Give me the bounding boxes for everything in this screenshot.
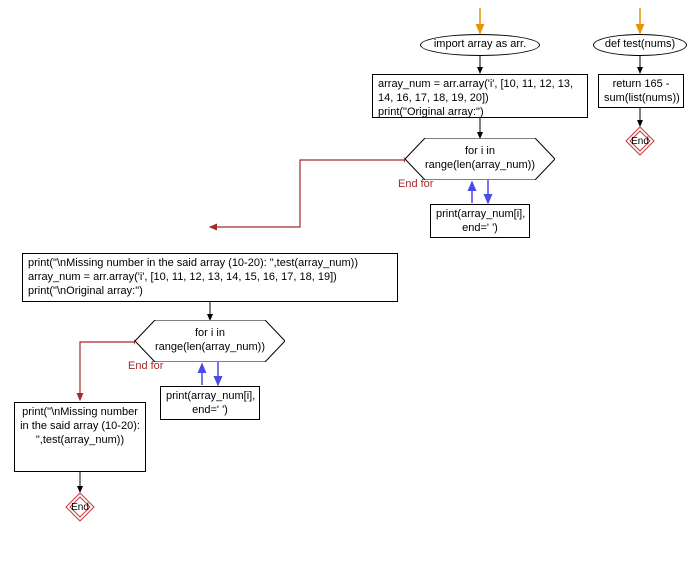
node-main-end-label: End	[71, 502, 89, 513]
node-func-def: def test(nums)	[593, 34, 687, 56]
node-import-label: import array as arr.	[434, 38, 526, 51]
node-func-def-label: def test(nums)	[605, 38, 675, 51]
node-print2-label: print(array_num[i], end=' ')	[166, 390, 255, 416]
node-init-block-label: array_num = arr.array('i', [10, 11, 12, …	[378, 78, 576, 118]
node-func-body: return 165 - sum(list(nums))	[598, 74, 684, 108]
node-print1-label: print(array_num[i], end=' ')	[436, 208, 525, 234]
node-main-end: End	[65, 492, 95, 522]
node-func-end-label: End	[631, 136, 649, 147]
node-func-end: End	[625, 126, 655, 156]
node-mid-block: print("\nMissing number in the said arra…	[22, 253, 398, 302]
node-final-block: print("\nMissing number in the said arra…	[14, 402, 146, 472]
node-func-body-label: return 165 - sum(list(nums))	[604, 78, 680, 104]
node-loop1: for i in range(len(array_num))	[405, 138, 555, 180]
node-loop1-label: for i in range(len(array_num))	[407, 145, 553, 173]
node-mid-block-label: print("\nMissing number in the said arra…	[28, 257, 358, 297]
node-loop2-label: for i in range(len(array_num))	[137, 327, 283, 355]
edge-label-endfor2: End for	[128, 360, 163, 372]
node-print2: print(array_num[i], end=' ')	[160, 386, 260, 420]
edge-label-endfor1: End for	[398, 178, 433, 190]
node-print1: print(array_num[i], end=' ')	[430, 204, 530, 238]
node-import: import array as arr.	[420, 34, 540, 56]
node-final-block-label: print("\nMissing number in the said arra…	[20, 406, 140, 446]
node-loop2: for i in range(len(array_num))	[135, 320, 285, 362]
node-init-block: array_num = arr.array('i', [10, 11, 12, …	[372, 74, 588, 118]
